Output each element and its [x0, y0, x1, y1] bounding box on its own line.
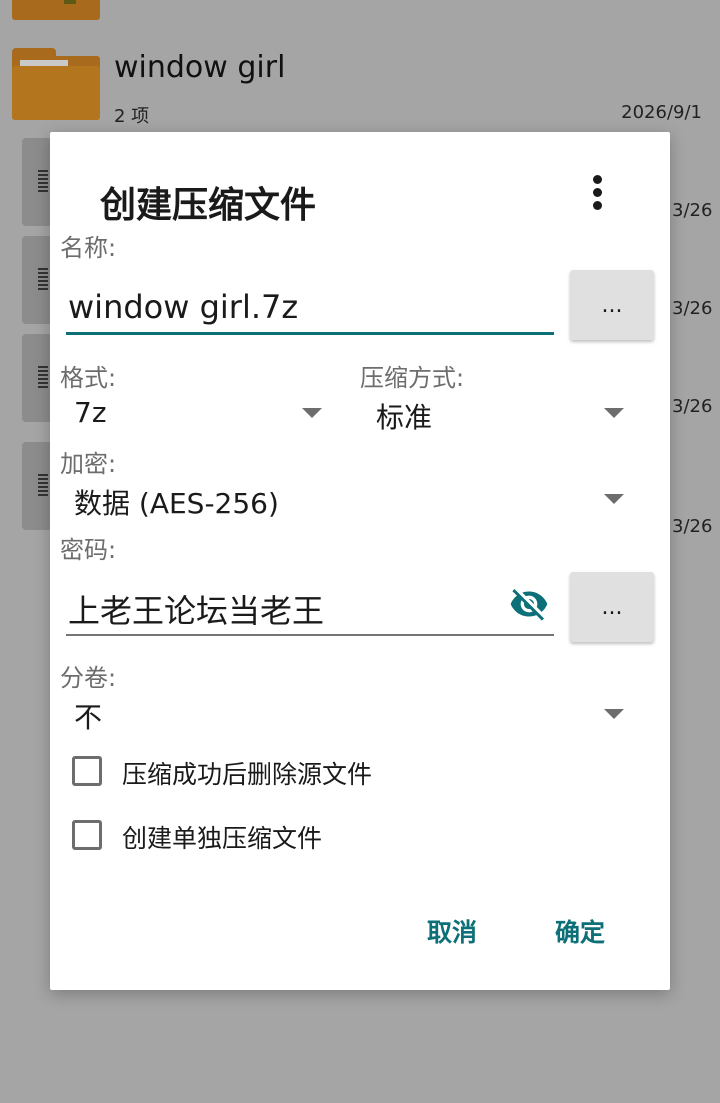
file-date: 3/26: [672, 200, 713, 221]
file-icon: [22, 236, 52, 324]
delete-source-label[interactable]: 压缩成功后删除源文件: [122, 755, 372, 791]
password-input[interactable]: [66, 584, 500, 634]
encryption-dropdown-icon[interactable]: [604, 494, 624, 504]
file-icon: [22, 138, 52, 226]
browse-path-button[interactable]: ...: [570, 270, 654, 340]
format-dropdown-icon[interactable]: [302, 408, 322, 418]
file-icon: [22, 334, 52, 422]
delete-source-checkbox[interactable]: [72, 756, 102, 786]
folder-item-count: 2 项: [114, 106, 150, 127]
name-label: 名称:: [60, 234, 117, 262]
cancel-button[interactable]: 取消: [427, 913, 477, 949]
archive-name-input[interactable]: [66, 282, 558, 332]
password-label: 密码:: [60, 536, 117, 564]
file-date: 3/26: [672, 396, 713, 417]
method-dropdown-icon[interactable]: [604, 408, 624, 418]
name-input-underline: [66, 332, 554, 335]
compression-method-select[interactable]: 标准: [376, 396, 432, 436]
format-label: 格式:: [60, 364, 117, 392]
dialog-title: 创建压缩文件: [100, 185, 317, 226]
ok-button[interactable]: 确定: [555, 913, 605, 949]
split-dropdown-icon[interactable]: [604, 709, 624, 719]
file-icon: [22, 442, 52, 530]
create-archive-dialog: 创建压缩文件 名称: ... 格式: 7z 压缩方式: 标准 加密: 数据 (A…: [50, 132, 670, 990]
password-options-button[interactable]: ...: [570, 572, 654, 642]
encryption-select[interactable]: 数据 (AES-256): [74, 482, 279, 522]
file-date: 3/26: [672, 516, 713, 537]
more-options-icon[interactable]: [586, 172, 610, 212]
separate-archives-checkbox[interactable]: [72, 820, 102, 850]
password-input-underline: [66, 634, 554, 636]
split-volume-select[interactable]: 不: [74, 696, 102, 736]
format-select[interactable]: 7z: [74, 396, 107, 429]
folder-icon-partial: [12, 0, 100, 20]
split-volume-label: 分卷:: [60, 664, 117, 692]
file-date: 3/26: [672, 298, 713, 319]
compression-method-label: 压缩方式:: [360, 364, 465, 392]
separate-archives-label[interactable]: 创建单独压缩文件: [122, 819, 322, 855]
folder-name[interactable]: window girl: [114, 50, 285, 85]
folder-date: 2026/9/1: [621, 102, 702, 123]
visibility-off-icon[interactable]: [506, 584, 552, 624]
folder-icon: [12, 48, 100, 120]
encryption-label: 加密:: [60, 450, 117, 478]
